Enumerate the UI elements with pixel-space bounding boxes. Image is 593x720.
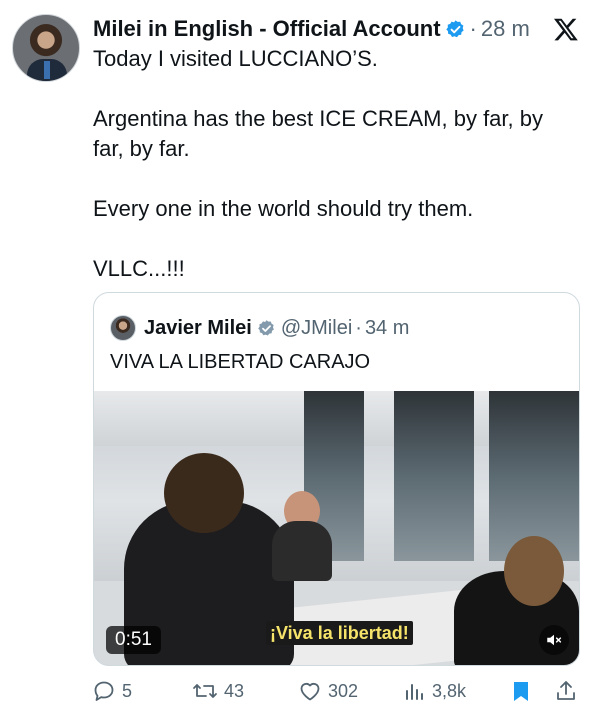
quoted-tweet-header: Javier Milei @JMilei · 34 m: [110, 315, 409, 341]
views-button[interactable]: 3,8k: [404, 676, 466, 706]
video-scene-window: [394, 391, 474, 561]
verified-badge-icon: [445, 19, 464, 37]
video-player[interactable]: 0:51 ¡Viva la libertad!: [94, 391, 579, 665]
views-chart-icon: [406, 684, 423, 700]
share-button[interactable]: [554, 676, 584, 706]
author-avatar[interactable]: [12, 14, 80, 82]
repost-button[interactable]: 43: [192, 676, 244, 706]
tweet-timestamp[interactable]: 28 m: [481, 16, 530, 42]
like-count: 302: [328, 680, 359, 701]
repost-icon: [193, 684, 217, 698]
quoted-author-avatar[interactable]: [110, 315, 136, 341]
quoted-tweet-text: VIVA LA LIBERTAD CARAJO: [110, 351, 371, 373]
reply-count: 5: [122, 680, 133, 701]
quoted-separator: ·: [355, 316, 362, 339]
video-subtitle: ¡Viva la libertad!: [266, 621, 413, 645]
video-person-hair: [164, 453, 244, 533]
verified-badge-icon: [258, 319, 274, 335]
video-person: [272, 521, 332, 581]
header-separator: ·: [469, 16, 477, 41]
quoted-author-handle[interactable]: @JMilei: [281, 317, 352, 340]
speaker-muted-icon: [547, 634, 562, 646]
like-button[interactable]: 302: [298, 676, 358, 706]
bookmark-icon: [514, 682, 528, 701]
author-name[interactable]: Milei in English - Official Account: [93, 16, 441, 42]
quoted-tweet[interactable]: Javier Milei @JMilei · 34 m VIVA LA LIBE…: [93, 292, 580, 666]
bookmark-button[interactable]: [510, 676, 538, 706]
tweet-text: Today I visited LUCCIANO’S. Argentina ha…: [93, 46, 543, 281]
x-logo-icon[interactable]: [553, 16, 579, 42]
quoted-timestamp[interactable]: 34 m: [365, 317, 409, 340]
reply-button[interactable]: 5: [92, 676, 132, 706]
avatar-tie: [44, 61, 50, 79]
video-duration: 0:51: [106, 626, 161, 654]
views-count: 3,8k: [432, 680, 467, 701]
reply-icon: [94, 681, 114, 701]
heart-icon: [300, 683, 320, 701]
tweet-header: Milei in English - Official Account · 28…: [93, 14, 579, 44]
tweet-actions: 5 43 302 3,8k: [92, 676, 582, 706]
repost-count: 43: [224, 680, 245, 701]
mute-button[interactable]: [539, 625, 569, 655]
share-icon: [557, 681, 575, 700]
quoted-author-name[interactable]: Javier Milei: [144, 317, 252, 340]
video-person-hair: [504, 536, 564, 606]
